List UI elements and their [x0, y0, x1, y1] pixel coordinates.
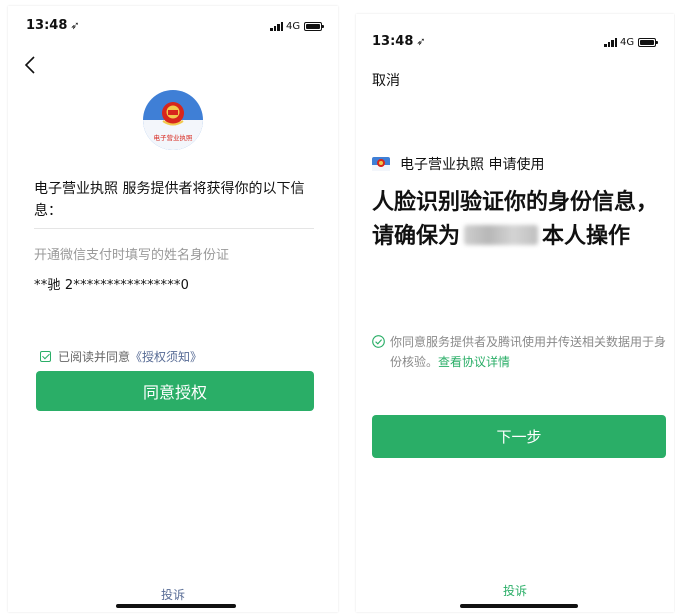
blurred-name [464, 225, 539, 245]
complain-link[interactable]: 投诉 [8, 586, 338, 603]
headline-suffix: 本人操作 [542, 224, 631, 249]
agreement-row: 已阅读并同意 《授权须知》 [40, 348, 202, 365]
agree-authorize-button[interactable]: 同意授权 [36, 371, 314, 411]
consent-body: 你同意服务提供者及腾讯使用并传送相关数据用于身份核验。 [390, 335, 667, 369]
location-arrow-icon: ➶ [416, 35, 426, 48]
chevron-left-icon [24, 56, 35, 74]
emblem-caption: 电子营业执照 [154, 133, 194, 142]
check-circle-icon[interactable] [372, 335, 385, 348]
battery-icon [638, 38, 658, 47]
consent-text: 你同意服务提供者及腾讯使用并传送相关数据用于身份核验。查看协议详情 [372, 332, 668, 372]
auth-item-label: 开通微信支付时填写的姓名身份证 [34, 248, 230, 263]
cancel-button[interactable]: 取消 [372, 70, 400, 90]
agreement-checkbox[interactable] [40, 351, 51, 362]
business-license-app-icon [372, 157, 390, 171]
face-verify-headline: 人脸识别验证你的身份信息，请确保为 本人操作 [372, 186, 664, 254]
network-label: 4G [286, 21, 301, 32]
auth-intro-text: 电子营业执照 服务提供者将获得你的以下信息： [34, 181, 305, 219]
auth-screen: 13:48 ➶ 4G 电子营业执照 电子营业执照 服务提供者将获得你的以下信息： … [8, 6, 338, 612]
agreement-prefix: 已阅读并同意 [58, 350, 131, 364]
auth-item-value: **驰 2****************0 [34, 278, 190, 293]
app-request-text: 电子营业执照 申请使用 [400, 157, 545, 173]
divider [34, 228, 314, 229]
next-step-button[interactable]: 下一步 [372, 415, 666, 458]
home-indicator[interactable] [460, 604, 578, 608]
complain-link[interactable]: 投诉 [356, 582, 674, 599]
status-time: 13:48 ➶ [26, 18, 80, 33]
battery-icon [304, 22, 324, 31]
status-bar: 13:48 ➶ 4G [8, 6, 338, 36]
status-bar: 13:48 ➶ 4G [356, 14, 674, 49]
app-request-row: 电子营业执照 申请使用 [372, 154, 544, 174]
network-label: 4G [620, 37, 635, 48]
signal-icon [604, 38, 617, 47]
authorization-notice-link[interactable]: 《授权须知》 [130, 348, 202, 365]
location-arrow-icon: ➶ [70, 19, 80, 32]
home-indicator[interactable] [116, 604, 236, 608]
face-verify-screen: 13:48 ➶ 4G 取消 电子营业执照 申请使用 人脸识别验证你的身份信息，请确… [356, 14, 674, 612]
business-license-emblem-icon: 电子营业执照 [143, 90, 203, 150]
back-button[interactable] [22, 54, 38, 76]
signal-icon [270, 22, 283, 31]
view-agreement-link[interactable]: 查看协议详情 [438, 355, 510, 369]
status-time: 13:48 ➶ [372, 34, 426, 49]
